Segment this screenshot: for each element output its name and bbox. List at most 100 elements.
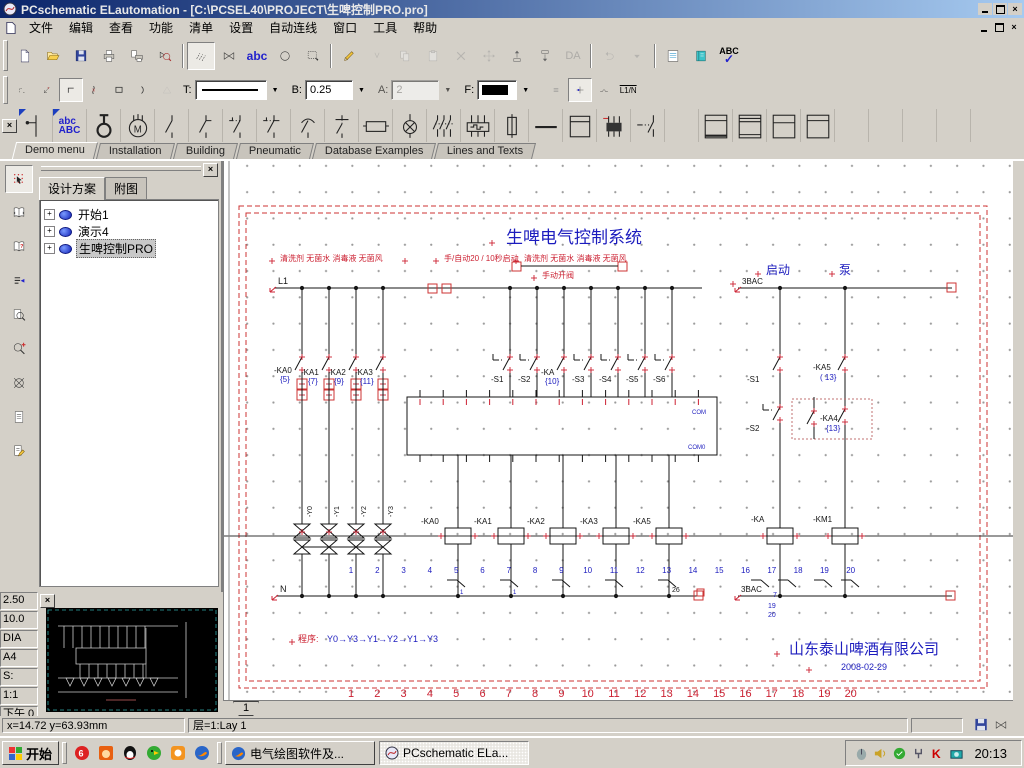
symbol-lamp[interactable]: [393, 109, 427, 142]
symbol-box-d[interactable]: [801, 109, 835, 142]
symbol-empty-e[interactable]: [937, 109, 971, 142]
tree-expand-icon[interactable]: +: [44, 243, 55, 254]
menu-item-3[interactable]: 查看: [101, 17, 141, 38]
tree-item-1[interactable]: + 开始1: [44, 206, 214, 223]
ql-firefox-icon[interactable]: [193, 744, 211, 762]
symbols-tool-button[interactable]: [215, 41, 243, 70]
ql-360-icon[interactable]: [169, 744, 187, 762]
setting-cell-6[interactable]: 1:1: [0, 687, 38, 705]
dashed-corner-tool[interactable]: [11, 78, 35, 102]
database-button[interactable]: [687, 41, 715, 70]
move-up-button[interactable]: [503, 41, 531, 70]
zoom-page-button[interactable]: [4, 301, 33, 329]
project-panel-close-icon[interactable]: ×: [203, 163, 218, 177]
text-tool-button[interactable]: abc: [243, 41, 271, 70]
symbol-tab-lines-and-texts[interactable]: Lines and Texts: [434, 143, 537, 159]
restore-button[interactable]: [993, 3, 1007, 15]
symbol-motor-starter[interactable]: [597, 109, 631, 142]
rotate-button[interactable]: [363, 41, 391, 70]
parallel-lines-toggle[interactable]: [544, 78, 569, 102]
symbol-empty-b[interactable]: [835, 109, 869, 142]
ql-parrot-icon[interactable]: [145, 744, 163, 762]
panel-grip[interactable]: [41, 166, 201, 171]
toolbar-grip[interactable]: [3, 39, 8, 72]
menu-item-10[interactable]: 帮助: [405, 17, 445, 38]
junction-toggle[interactable]: [568, 78, 593, 102]
symbol-tab-demo-menu[interactable]: Demo menu: [11, 142, 99, 159]
tray-kaspersky-icon[interactable]: K: [930, 746, 945, 761]
setting-cell-5[interactable]: S:: [0, 668, 38, 686]
symbol-tab-installation[interactable]: Installation: [95, 143, 175, 159]
ql-flame-icon[interactable]: [97, 744, 115, 762]
symbol-limit-nc[interactable]: [257, 109, 291, 142]
quicklaunch-grip[interactable]: [62, 742, 68, 764]
object-list-button[interactable]: [659, 41, 687, 70]
line-width-combo[interactable]: B: 0.25 ▼: [292, 80, 370, 100]
delete-button[interactable]: [447, 41, 475, 70]
toolbar-grip[interactable]: [3, 76, 8, 104]
menu-item-2[interactable]: 编辑: [61, 17, 101, 38]
symbol-tab-pneumatic[interactable]: Pneumatic: [235, 143, 314, 159]
color-dropdown[interactable]: ▼: [517, 80, 535, 100]
save-button[interactable]: [67, 41, 95, 70]
symbol-box-a[interactable]: [699, 109, 733, 142]
menu-item-9[interactable]: 工具: [365, 17, 405, 38]
tray-mouse-icon[interactable]: [854, 746, 869, 761]
menu-item-8[interactable]: 窗口: [325, 17, 365, 38]
setting-cell-2[interactable]: 10.0: [0, 611, 38, 629]
taskbar-task-pcschematic[interactable]: PCschematic ELa...: [379, 741, 530, 765]
corner-line-tool[interactable]: [59, 78, 83, 102]
symbol-bell[interactable]: [87, 109, 121, 142]
net-label-toggle[interactable]: L1/N: [616, 78, 641, 102]
paste-button[interactable]: [419, 41, 447, 70]
symbol-box-c[interactable]: [767, 109, 801, 142]
symbol-line[interactable]: [529, 109, 563, 142]
angle-dropdown[interactable]: ▼: [439, 80, 457, 100]
goto-list-button[interactable]: [4, 267, 33, 295]
wire-jump-toggle[interactable]: [592, 78, 617, 102]
color-combo[interactable]: F: ▼: [464, 80, 535, 100]
line-width-value[interactable]: 0.25: [304, 80, 353, 100]
symbol-limit-no[interactable]: [223, 109, 257, 142]
menu-item-1[interactable]: 文件: [21, 17, 61, 38]
angle-line-tool[interactable]: [35, 78, 59, 102]
tree-item-2[interactable]: + 演示4: [44, 223, 214, 240]
setting-cell-1[interactable]: 2.50: [0, 592, 38, 610]
triangle-tool[interactable]: [155, 78, 179, 102]
symbol-coil[interactable]: [359, 109, 393, 142]
tree-item-3[interactable]: + 生啤控制PRO: [44, 239, 214, 258]
tree-expand-icon[interactable]: +: [44, 209, 55, 220]
zoom-off-button[interactable]: [4, 369, 33, 397]
schematic-canvas[interactable]: 生啤电气控制系统 清洗剂 无菌水 消毒液 无菌风 手/自动20 / 10秒启动 清洗剂…: [223, 161, 1013, 700]
project-tab-1[interactable]: 设计方案: [39, 177, 106, 200]
angle-value[interactable]: 2: [391, 80, 440, 100]
help-book-button[interactable]: ?: [4, 233, 33, 261]
line-type-combo[interactable]: T: ▼: [183, 80, 284, 100]
page-tab-1[interactable]: 1: [233, 701, 259, 716]
mdi-restore-button[interactable]: [992, 21, 1006, 34]
undo-dropdown[interactable]: [623, 41, 651, 70]
move-down-button[interactable]: [531, 41, 559, 70]
menu-item-6[interactable]: 设置: [221, 17, 261, 38]
symbol-pushbutton[interactable]: [325, 109, 359, 142]
pencil-tool-button[interactable]: [335, 41, 363, 70]
page-preview-thumbnail[interactable]: [46, 608, 218, 712]
print-button[interactable]: [95, 41, 123, 70]
symbol-empty-c[interactable]: [869, 109, 903, 142]
setting-cell-3[interactable]: DIA: [0, 630, 38, 648]
ql-media-icon[interactable]: 6: [73, 744, 91, 762]
angle-combo[interactable]: A: 2 ▼: [378, 80, 457, 100]
symbol-contactor[interactable]: [291, 109, 325, 142]
minimize-button[interactable]: [978, 3, 992, 15]
symbol-three-pole-contact[interactable]: [427, 109, 461, 142]
menu-item-7[interactable]: 自动连线: [261, 17, 325, 38]
tree-expand-icon[interactable]: +: [44, 226, 55, 237]
arc-tool[interactable]: [131, 78, 155, 102]
area-tool-button[interactable]: [299, 41, 327, 70]
print-page-button[interactable]: [123, 41, 151, 70]
lines-tool-button[interactable]: [187, 41, 215, 70]
symbol-box-b[interactable]: [733, 109, 767, 142]
menu-item-5[interactable]: 清单: [181, 17, 221, 38]
copy-button[interactable]: [391, 41, 419, 70]
pointer-grid-button[interactable]: [4, 165, 33, 193]
